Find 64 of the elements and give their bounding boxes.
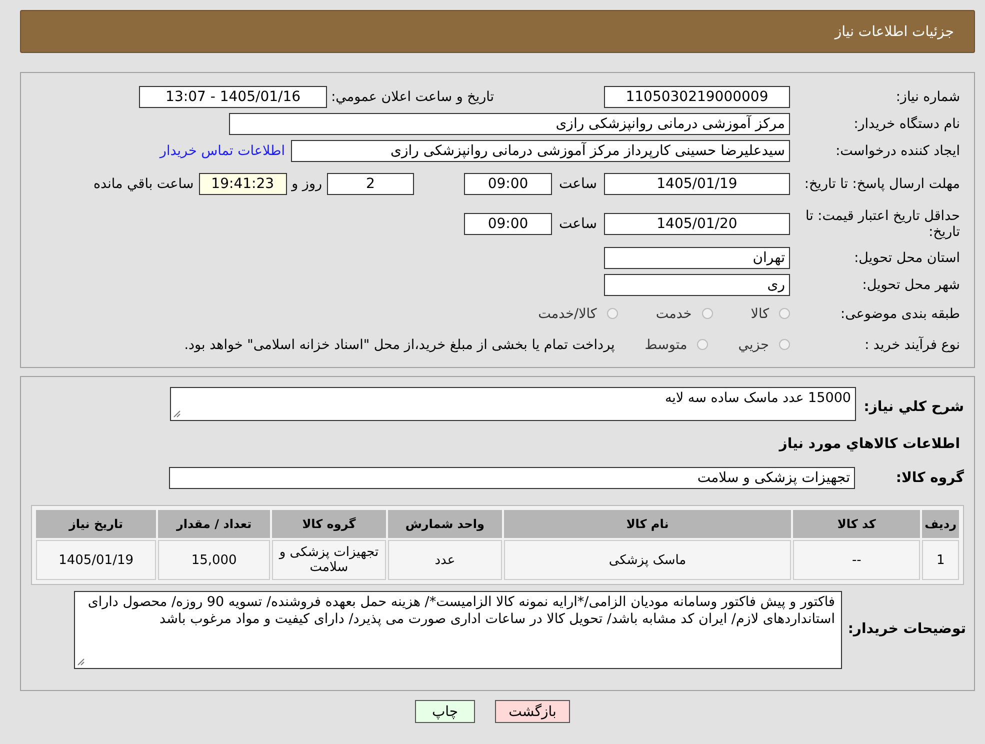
column-header: تعداد / مقدار bbox=[158, 510, 270, 538]
buyer-contact-link[interactable]: اطلاعات تماس خریدار bbox=[160, 142, 285, 158]
buyer-org-field: مرکز آموزشی درمانی روانپزشکی رازی bbox=[229, 112, 790, 134]
field-label: طبقه بندی موضوعی: bbox=[840, 306, 960, 322]
radio-label: کالا bbox=[750, 306, 769, 322]
column-header: تاریخ نیاز bbox=[36, 510, 156, 538]
table-cell: -- bbox=[793, 540, 920, 580]
field-label: مهلت ارسال پاسخ: تا تاریخ: bbox=[803, 176, 960, 192]
radio-label: جزيي bbox=[738, 336, 769, 352]
action-button[interactable]: بازگشت bbox=[495, 700, 570, 723]
validity-time-field: 09:00 bbox=[464, 213, 552, 235]
days-field: 2 bbox=[327, 173, 414, 195]
field-label: ایجاد کننده درخواست: bbox=[834, 142, 960, 158]
buyer-notes-text: فاکتور و پیش فاکتور وسامانه مودیان الزامی/*ارایه نمونه کالا الزامیست*/ هزینه حمل بعهده فروشنده/ تسویه 90 روزه/ محصول دارای استانداردهای لازم/ ایران کد مشابه باشد/ تحویل کالا در ساعات اداری صورت می پذیرد/ دارای کیفیت و مواد مرغوب باشد bbox=[86, 594, 835, 628]
days-label: روز و bbox=[292, 176, 322, 192]
radio-button[interactable] bbox=[702, 308, 713, 319]
page-title: جزئیات اطلاعات نیاز bbox=[834, 24, 954, 40]
validity-date-field: 1405/01/20 bbox=[604, 213, 790, 235]
radio-button[interactable] bbox=[779, 339, 790, 350]
payment-note: پرداخت تمام یا بخشی از مبلغ خرید،از محل "اسناد خزانه اسلامی" خواهد بود. bbox=[184, 336, 615, 352]
remaining-label: ساعت باقي مانده bbox=[93, 176, 194, 192]
table-cell: 1 bbox=[922, 540, 959, 580]
description-text: 15000 عدد ماسک ساده سه لایه bbox=[664, 390, 851, 407]
field-label: استان محل تحویل: bbox=[853, 250, 960, 266]
radio-button[interactable] bbox=[697, 339, 708, 350]
field-label: تاریخ و ساعت اعلان عمومي: bbox=[331, 88, 494, 104]
radio-label: خدمت bbox=[656, 306, 692, 322]
action-button[interactable]: چاپ bbox=[415, 700, 475, 723]
deadline-time-field: 09:00 bbox=[464, 173, 552, 195]
field-label: گروه کالا: bbox=[894, 468, 964, 486]
resize-grip-icon bbox=[173, 410, 181, 418]
field-label: حداقل تاریخ اعتبار قیمت: تا تاریخ: bbox=[804, 208, 960, 240]
deadline-date-field: 1405/01/19 bbox=[604, 173, 790, 195]
announce-date-field: 1405/01/16 - 13:07 bbox=[139, 86, 328, 108]
column-header: نام کالا bbox=[504, 510, 792, 538]
table-cell: تجهیزات پزشکی و سلامت bbox=[272, 540, 386, 580]
field-label: شهر محل تحویل: bbox=[861, 276, 960, 292]
goods-group-field: تجهیزات پزشکی و سلامت bbox=[169, 467, 855, 489]
remaining-time-field: 19:41:23 bbox=[198, 173, 287, 195]
table-cell: 15,000 bbox=[158, 540, 270, 580]
column-header: واحد شمارش bbox=[388, 510, 502, 538]
resize-grip-icon bbox=[77, 658, 85, 666]
table-cell: ماسک پزشکی bbox=[504, 540, 792, 580]
time-label: ساعت bbox=[558, 176, 598, 192]
field-label: نوع فرآیند خرید : bbox=[864, 336, 960, 352]
radio-button[interactable] bbox=[606, 308, 618, 319]
column-header: ردیف bbox=[922, 510, 959, 538]
column-header: کد کالا bbox=[793, 510, 920, 538]
city-field: ری bbox=[604, 274, 790, 296]
table-cell: عدد bbox=[388, 540, 502, 580]
radio-button[interactable] bbox=[779, 308, 790, 319]
field-label: شماره نیاز: bbox=[894, 88, 960, 104]
section-heading: اطلاعات کالاهاي مورد نیاز bbox=[778, 435, 960, 454]
radio-label: متوسط bbox=[644, 336, 688, 352]
province-field: تهران bbox=[604, 246, 790, 268]
radio-label: کالا/خدمت bbox=[538, 306, 597, 322]
need-number-field: 1105030219000009 bbox=[604, 86, 790, 108]
table-cell: 1405/01/19 bbox=[36, 540, 156, 580]
field-label: نام دستگاه خریدار: bbox=[852, 116, 960, 132]
column-header: گروه کالا bbox=[272, 510, 386, 538]
field-label: شرح کلي نیاز: bbox=[862, 398, 964, 415]
time-label: ساعت bbox=[558, 216, 598, 232]
field-label: توضیحات خریدار: bbox=[848, 620, 966, 637]
creator-field: سیدعلیرضا حسینی کارپرداز مرکز آموزشی درمانی روانپزشکی رازی bbox=[291, 140, 790, 162]
